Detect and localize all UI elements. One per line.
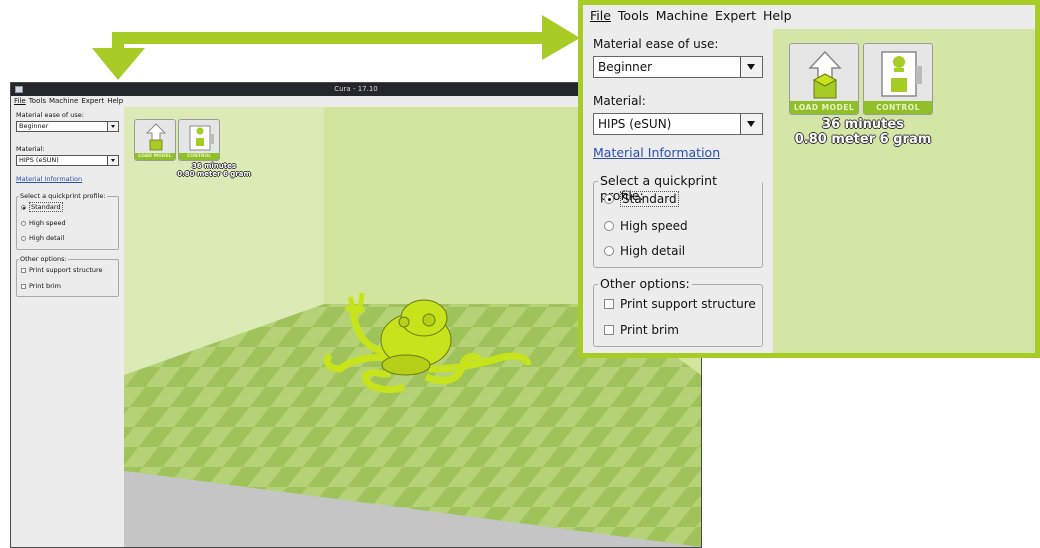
material-select[interactable]: HIPS (eSUN): [593, 113, 763, 135]
other-options-group: Other options: Print support structure P…: [16, 255, 119, 297]
profile-standard[interactable]: Standard: [604, 191, 679, 207]
radio-icon[interactable]: [604, 246, 614, 256]
option-print-support[interactable]: Print support structure: [21, 266, 103, 274]
checkbox-icon[interactable]: [21, 284, 26, 289]
chevron-down-icon[interactable]: [107, 156, 118, 165]
menu-bar: File Tools Machine Expert Help: [583, 5, 1035, 29]
chevron-down-icon[interactable]: [107, 122, 118, 131]
profile-high-detail[interactable]: High detail: [21, 234, 64, 242]
menu-help[interactable]: Help: [107, 97, 123, 105]
material-label: Material:: [593, 94, 646, 108]
radio-icon[interactable]: [21, 221, 26, 226]
estimate-time: 36 minutes: [191, 162, 237, 170]
profile-high-speed[interactable]: High speed: [21, 219, 66, 227]
menu-tools[interactable]: Tools: [618, 8, 649, 23]
option-print-brim[interactable]: Print brim: [21, 282, 61, 290]
estimate-material: 0.80 meter 6 gram: [794, 132, 932, 147]
profile-high-speed[interactable]: High speed: [604, 219, 688, 233]
load-model-button[interactable]: LOAD MODEL: [134, 119, 176, 161]
menu-machine[interactable]: Machine: [656, 8, 708, 23]
quickprint-label: Select a quickprint profile:: [19, 192, 107, 200]
checkbox-icon[interactable]: [604, 325, 614, 335]
printer-icon: [189, 125, 214, 151]
quickprint-group: Select a quickprint profile: Standard Hi…: [593, 173, 763, 268]
settings-sidebar: Material ease of use: Beginner Material:…: [11, 107, 124, 547]
radio-selected-icon[interactable]: [604, 194, 614, 204]
radio-icon[interactable]: [604, 221, 614, 231]
profile-standard[interactable]: Standard: [21, 202, 63, 212]
toolbar: LOAD MODEL CONTROL: [134, 119, 220, 161]
other-options-label: Other options:: [598, 276, 692, 291]
estimate-time: 36 minutes: [822, 117, 904, 132]
menu-file[interactable]: File: [14, 97, 26, 105]
menu-expert[interactable]: Expert: [715, 8, 756, 23]
quickprint-group: Select a quickprint profile: Standard Hi…: [16, 192, 119, 250]
control-button[interactable]: CONTROL: [178, 119, 220, 161]
chevron-down-icon[interactable]: [740, 114, 762, 134]
printer-icon: [881, 51, 922, 97]
menu-expert[interactable]: Expert: [81, 97, 104, 105]
checkbox-icon[interactable]: [604, 299, 614, 309]
material-select[interactable]: HIPS (eSUN): [16, 155, 119, 166]
menu-tools[interactable]: Tools: [29, 97, 46, 105]
material-label: Material:: [16, 145, 45, 153]
material-info-link[interactable]: Material Information: [593, 145, 720, 160]
zoom-panel: File Tools Machine Expert Help Material ease…: [578, 0, 1040, 358]
load-model-icon: [808, 50, 842, 99]
material-value: HIPS (eSUN): [19, 156, 59, 164]
other-options-label: Other options:: [19, 255, 68, 263]
option-print-support[interactable]: Print support structure: [604, 297, 756, 311]
chevron-down-icon[interactable]: [740, 57, 762, 77]
menu-help[interactable]: Help: [763, 8, 792, 23]
ease-label: Material ease of use:: [593, 37, 719, 51]
material-value: HIPS (eSUN): [598, 117, 672, 131]
radio-selected-icon[interactable]: [21, 205, 26, 210]
radio-icon[interactable]: [21, 236, 26, 241]
3d-viewport[interactable]: LOAD MODEL CONTROL 36 minutes 0.80 meter…: [773, 29, 1035, 353]
menu-machine[interactable]: Machine: [49, 97, 78, 105]
print-estimate: 36 minutes 0.80 meter 6 gram: [164, 162, 264, 178]
control-button[interactable]: CONTROL: [863, 43, 933, 115]
estimate-material: 0.80 meter 6 gram: [177, 170, 251, 178]
load-model-icon: [145, 123, 167, 151]
toolbar: LOAD MODEL CONTROL: [789, 43, 933, 115]
ease-value: Beginner: [598, 60, 653, 74]
ease-select[interactable]: Beginner: [593, 56, 763, 78]
profile-high-detail[interactable]: High detail: [604, 244, 685, 258]
menu-file[interactable]: File: [590, 8, 611, 23]
other-options-group: Other options: Print support structure P…: [593, 276, 763, 347]
material-info-link[interactable]: Material Information: [16, 175, 82, 183]
ease-select[interactable]: Beginner: [16, 121, 119, 132]
ease-label: Material ease of use:: [16, 111, 84, 119]
ease-value: Beginner: [19, 122, 49, 130]
checkbox-icon[interactable]: [21, 268, 26, 273]
settings-sidebar: Material ease of use: Beginner Material:…: [583, 29, 773, 353]
print-estimate: 36 minutes 0.80 meter 6 gram: [789, 117, 937, 147]
load-model-button[interactable]: LOAD MODEL: [789, 43, 859, 115]
option-print-brim[interactable]: Print brim: [604, 323, 679, 337]
